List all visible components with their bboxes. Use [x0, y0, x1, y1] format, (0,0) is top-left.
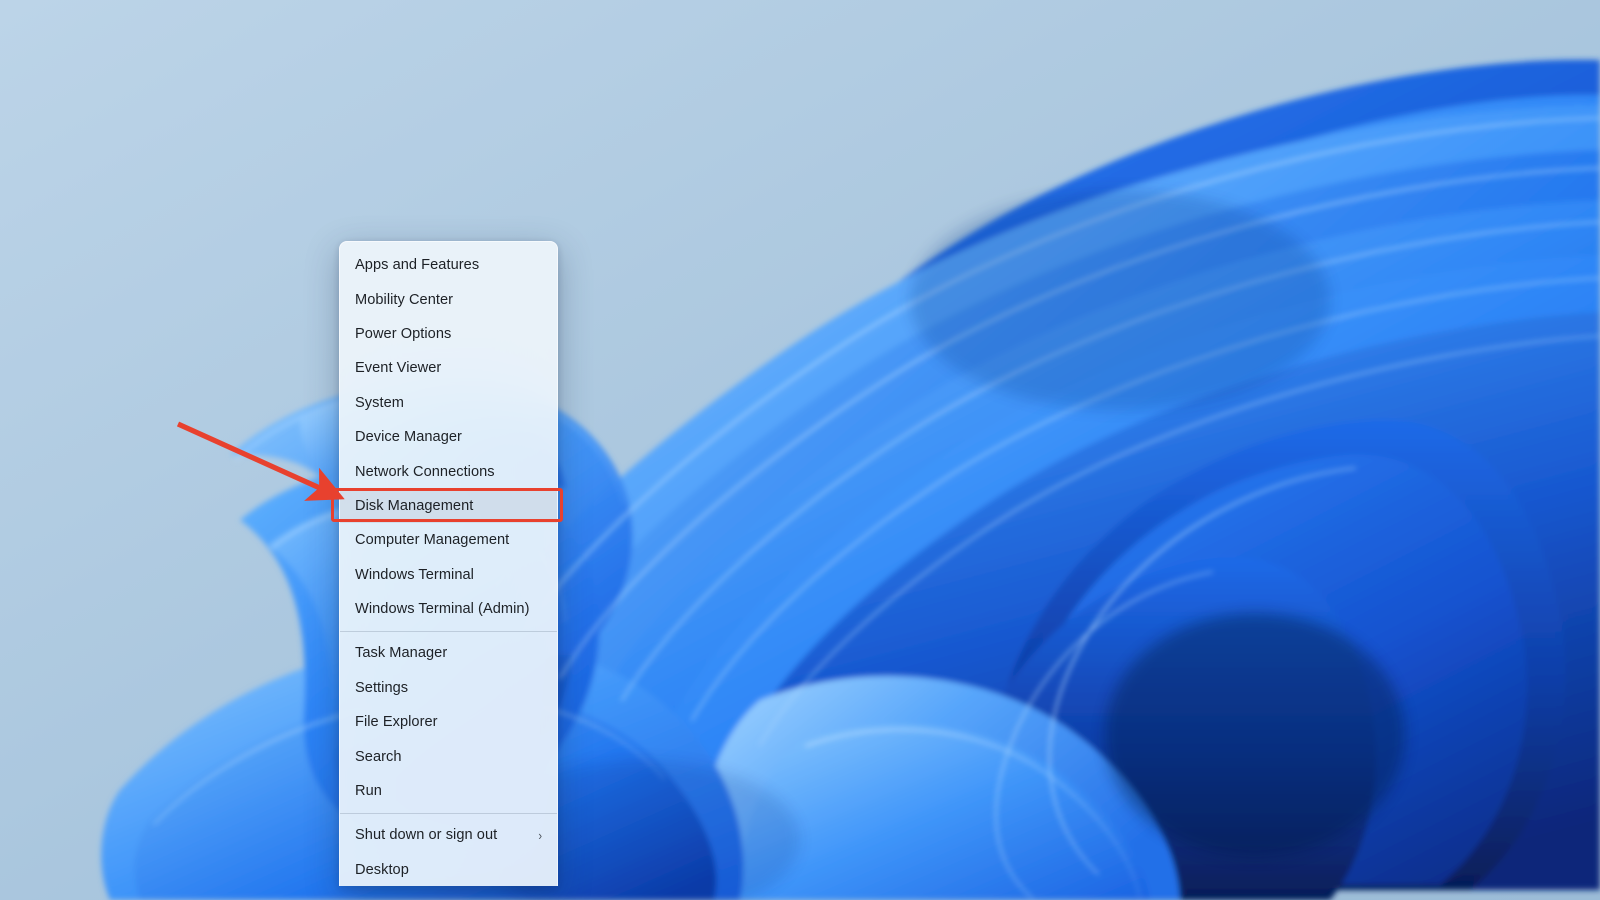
menu-item-label: Windows Terminal (Admin) — [355, 601, 530, 618]
menu-item-label: Network Connections — [355, 463, 495, 480]
menu-item-mobility-center[interactable]: Mobility Center — [340, 282, 557, 316]
menu-item-settings[interactable]: Settings — [340, 671, 557, 705]
menu-item-label: Computer Management — [355, 532, 510, 549]
menu-separator — [340, 812, 557, 814]
menu-item-disk-management[interactable]: Disk Management — [340, 488, 557, 524]
menu-separator — [340, 630, 557, 632]
menu-item-search[interactable]: Search — [340, 739, 557, 773]
menu-item-label: Search — [355, 748, 402, 765]
menu-item-file-explorer[interactable]: File Explorer — [340, 705, 557, 739]
menu-item-label: File Explorer — [355, 714, 438, 731]
menu-item-label: Desktop — [355, 861, 409, 878]
menu-item-network-connections[interactable]: Network Connections — [340, 454, 557, 488]
menu-item-run[interactable]: Run — [340, 774, 557, 808]
menu-item-label: Run — [355, 783, 382, 800]
menu-item-label: Event Viewer — [355, 360, 442, 377]
menu-item-shut-down-or-sign-out[interactable]: Shut down or sign out › — [340, 818, 557, 852]
menu-item-task-manager[interactable]: Task Manager — [340, 636, 557, 670]
menu-item-apps-and-features[interactable]: Apps and Features — [340, 248, 557, 282]
menu-item-label: System — [355, 394, 404, 411]
menu-item-label: Disk Management — [355, 497, 474, 514]
menu-item-desktop[interactable]: Desktop — [340, 853, 557, 886]
menu-item-label: Device Manager — [355, 429, 462, 446]
menu-item-label: Power Options — [355, 325, 452, 342]
menu-item-label: Mobility Center — [355, 291, 454, 308]
menu-item-event-viewer[interactable]: Event Viewer — [340, 351, 557, 385]
menu-item-label: Apps and Features — [355, 257, 480, 274]
menu-item-label: Windows Terminal — [355, 566, 474, 583]
menu-item-label: Settings — [355, 679, 409, 696]
bloom-wallpaper-art — [0, 0, 1600, 900]
menu-item-windows-terminal[interactable]: Windows Terminal — [340, 558, 557, 592]
menu-item-label: Shut down or sign out — [355, 827, 498, 844]
menu-item-system[interactable]: System — [340, 386, 557, 420]
desktop-wallpaper — [0, 0, 1600, 900]
menu-item-label: Task Manager — [355, 645, 448, 662]
chevron-right-icon: › — [537, 827, 542, 843]
desktop-screen: Apps and Features Mobility Center Power Op… — [0, 0, 1600, 900]
menu-item-computer-management[interactable]: Computer Management — [340, 523, 557, 557]
menu-item-device-manager[interactable]: Device Manager — [340, 420, 557, 454]
menu-item-power-options[interactable]: Power Options — [340, 317, 557, 351]
menu-item-windows-terminal-admin[interactable]: Windows Terminal (Admin) — [340, 592, 557, 626]
winx-context-menu[interactable]: Apps and Features Mobility Center Power Op… — [339, 241, 558, 886]
